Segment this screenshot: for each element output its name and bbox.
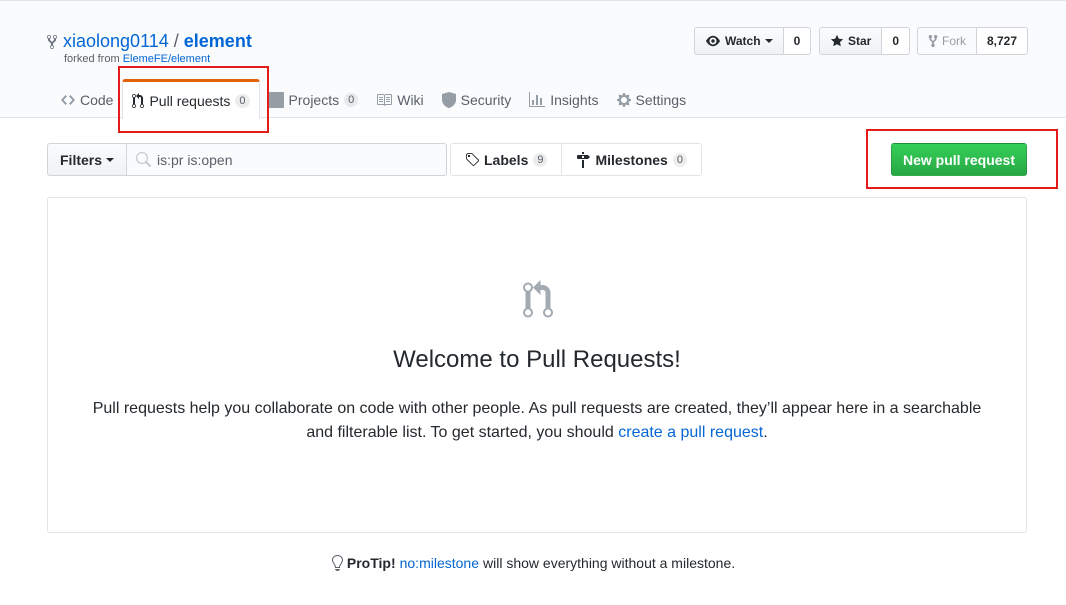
search-field — [127, 143, 448, 176]
tab-projects[interactable]: Projects 0 — [260, 81, 368, 119]
milestone-icon — [577, 151, 591, 168]
watch-group: Watch 0 — [694, 27, 812, 55]
blankslate-body: Pull requests help you collaborate on co… — [92, 400, 982, 441]
blankslate: Welcome to Pull Requests! Pull requests … — [47, 197, 1027, 533]
tab-counter: 0 — [344, 93, 359, 107]
book-icon — [377, 94, 393, 106]
search-input[interactable] — [157, 144, 438, 175]
tab-label: Wiki — [397, 92, 424, 108]
repo-title: xiaolong0114 / element — [46, 31, 252, 52]
protip-label: ProTip! — [346, 555, 396, 571]
fork-group: Fork 8,727 — [917, 27, 1029, 55]
labels-label: Labels — [484, 151, 529, 168]
new-pull-request-button[interactable]: New pull request — [891, 143, 1027, 176]
star-count[interactable]: 0 — [882, 27, 911, 55]
eye-icon — [706, 35, 720, 47]
star-icon — [830, 34, 844, 47]
star-button[interactable]: Star — [819, 27, 883, 55]
tab-label: Projects — [288, 92, 340, 108]
watch-button[interactable]: Watch — [694, 27, 784, 55]
milestones-label: Milestones — [595, 151, 668, 168]
labels-counter: 9 — [533, 152, 548, 167]
git-pull-request-icon — [523, 280, 553, 318]
repo-forked-icon — [928, 34, 938, 48]
blankslate-end: . — [763, 424, 768, 441]
milestones-button[interactable]: Milestones 0 — [562, 143, 702, 176]
repo-nav-tabs: Code Pull requests 0 Projects 0 Wiki Sec… — [52, 79, 696, 119]
forked-source-link[interactable]: ElemeFE/element — [123, 53, 210, 65]
tab-label: Security — [460, 92, 512, 108]
shield-icon — [441, 92, 456, 108]
path-separator: / — [173, 31, 179, 51]
tab-wiki[interactable]: Wiki — [367, 81, 432, 119]
filters-label: Filters — [60, 151, 103, 168]
fork-count[interactable]: 8,727 — [977, 27, 1029, 55]
tab-security[interactable]: Security — [433, 81, 521, 119]
filters-button[interactable]: Filters — [47, 143, 128, 176]
star-group: Star 0 — [819, 27, 911, 55]
tab-pull-requests[interactable]: Pull requests 0 — [122, 79, 260, 119]
star-label: Star — [848, 34, 872, 48]
code-icon — [61, 95, 75, 105]
tab-label: Code — [80, 92, 114, 108]
fork-button[interactable]: Fork — [917, 27, 977, 55]
create-pull-request-link[interactable]: create a pull request — [618, 424, 763, 441]
search-icon — [136, 152, 152, 167]
graph-icon — [529, 92, 546, 107]
gear-icon — [616, 93, 631, 107]
repo-name-link[interactable]: element — [184, 31, 252, 52]
git-pull-request-icon — [132, 92, 145, 108]
tab-label: Insights — [550, 92, 599, 108]
chevron-down-icon — [764, 39, 773, 43]
project-icon — [268, 92, 284, 108]
tab-label: Settings — [635, 92, 687, 108]
forked-prefix: forked from — [64, 53, 120, 65]
blankslate-text: Pull requests help you collaborate on co… — [88, 397, 986, 445]
repo-owner-link[interactable]: xiaolong0114 — [63, 31, 169, 52]
repo-forked-icon — [47, 34, 57, 49]
protip: ProTip! no:milestone will show everythin… — [0, 555, 1066, 571]
labels-button[interactable]: Labels 9 — [450, 143, 563, 176]
protip-text: will show everything without a milestone… — [483, 555, 736, 571]
tab-label: Pull requests — [149, 92, 231, 109]
watch-label: Watch — [725, 34, 761, 48]
tab-settings[interactable]: Settings — [608, 81, 696, 119]
chevron-down-icon — [106, 157, 115, 162]
light-bulb-icon — [331, 555, 343, 571]
tab-code[interactable]: Code — [52, 81, 122, 119]
tab-insights[interactable]: Insights — [520, 81, 607, 119]
tab-counter: 0 — [235, 93, 250, 108]
forked-from: forked from ElemeFE/element — [64, 53, 210, 65]
milestones-counter: 0 — [672, 152, 687, 167]
fork-label: Fork — [942, 34, 966, 48]
watch-count[interactable]: 0 — [783, 27, 812, 55]
blankslate-title: Welcome to Pull Requests! — [393, 346, 681, 373]
labels-milestones: Labels 9 Milestones 0 — [450, 143, 702, 176]
repo-header: xiaolong0114 / element forked from Eleme… — [0, 0, 1066, 119]
no-milestone-link[interactable]: no:milestone — [400, 555, 479, 571]
filters-bar: Filters — [47, 143, 448, 176]
tag-icon — [466, 152, 479, 166]
